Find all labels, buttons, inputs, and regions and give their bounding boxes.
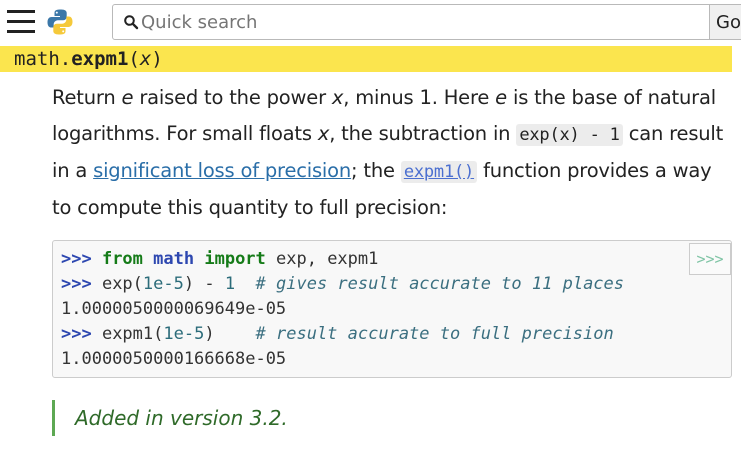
desc-var-x: x xyxy=(317,122,330,145)
desc-text: ; the xyxy=(351,159,401,182)
desc-text: raised to the power xyxy=(133,86,332,109)
desc-var-e: e xyxy=(121,86,134,109)
function-signature: math.expm1(x) xyxy=(0,46,732,72)
hamburger-menu-icon[interactable] xyxy=(7,10,35,34)
desc-text: Return xyxy=(52,86,122,109)
code-line: >>> exp(1e-5) - 1 # gives result accurat… xyxy=(61,274,625,294)
code-line: >>> expm1(1e-5) # result accurate to ful… xyxy=(61,324,614,344)
expm1-link[interactable]: expm1() xyxy=(400,161,478,183)
inline-code: exp(x) - 1 xyxy=(516,124,623,146)
signature-function-name: expm1 xyxy=(71,48,129,70)
version-note: Added in version 3.2. xyxy=(52,400,288,436)
signature-close-paren: ) xyxy=(151,48,163,70)
function-description: Return e raised to the power x, minus 1.… xyxy=(52,80,732,226)
desc-var-e: e xyxy=(495,86,507,109)
magnifier-icon xyxy=(123,14,139,30)
signature-param: x xyxy=(139,48,152,70)
code-line: >>> from math import exp, expm1 xyxy=(61,249,379,269)
go-button[interactable]: Go xyxy=(709,4,741,40)
search-input[interactable] xyxy=(141,5,701,39)
desc-text: , minus 1. Here xyxy=(343,86,496,109)
desc-var-x: x xyxy=(331,86,344,109)
desc-text: , the subtraction in xyxy=(329,122,517,145)
python-logo-icon[interactable] xyxy=(46,8,74,36)
search-box xyxy=(112,4,710,40)
signature-module: math. xyxy=(14,48,72,70)
signature-open-paren: ( xyxy=(128,48,140,70)
code-output-line: 1.0000050000069649e-05 xyxy=(61,299,287,319)
copy-button[interactable]: >>> xyxy=(689,243,731,275)
code-output-line: 1.0000050000166668e-05 xyxy=(61,349,287,369)
precision-loss-link[interactable]: significant loss of precision xyxy=(93,159,351,182)
code-example: >>> >>> from math import exp, expm1 >>> … xyxy=(52,240,732,378)
top-bar: Go xyxy=(0,0,741,46)
